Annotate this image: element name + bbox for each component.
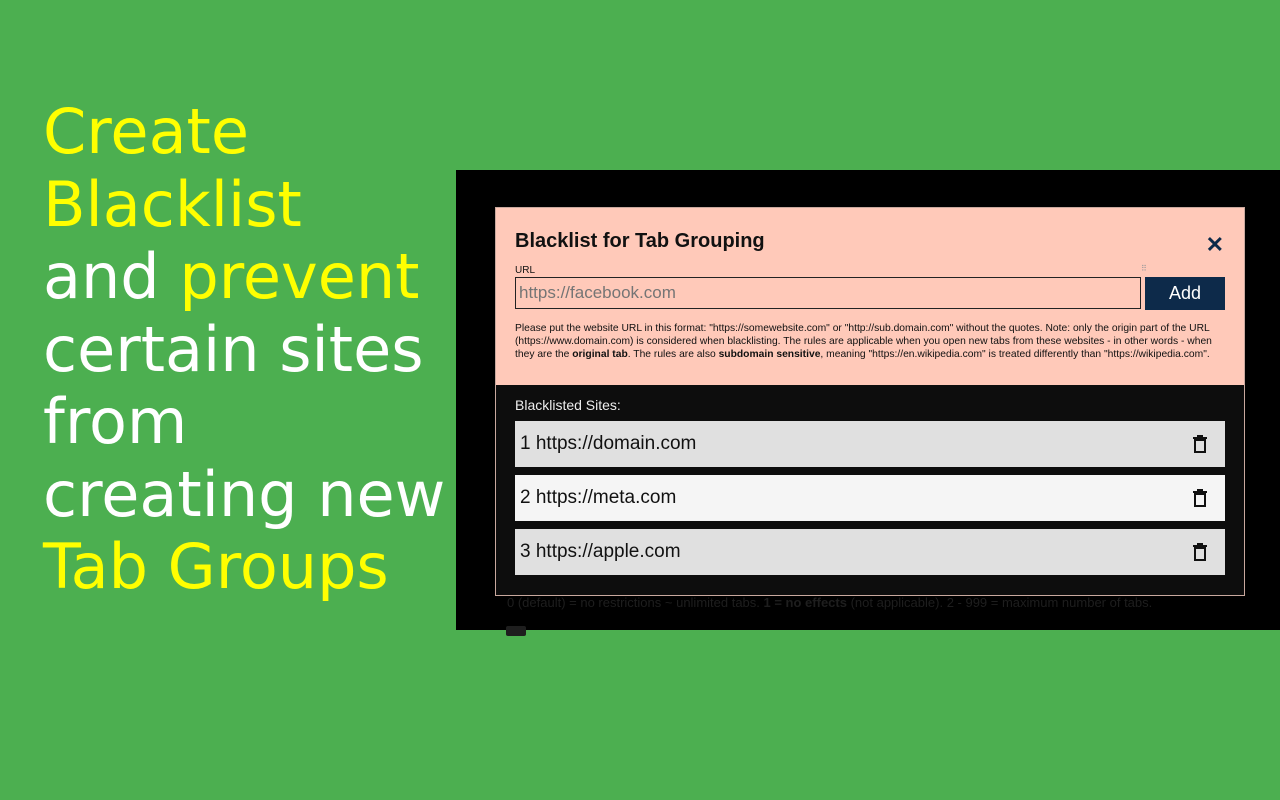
trash-icon[interactable] — [1193, 543, 1207, 561]
trash-icon[interactable] — [1193, 489, 1207, 507]
background-checkbox — [506, 626, 526, 636]
headline-tab-groups: Tab Groups — [43, 530, 389, 603]
headline-blacklist: Blacklist — [43, 167, 302, 241]
modal-header: Blacklist for Tab Grouping ✕ URL ⠿ Add P… — [496, 208, 1244, 385]
help-text: Please put the website URL in this forma… — [515, 323, 1212, 361]
url-label: URL — [515, 265, 536, 276]
list-item: 2 https://meta.com — [515, 475, 1225, 521]
app-screenshot: 0 (default) = no restrictions ~ unlimite… — [456, 170, 1280, 636]
background-hint: 0 (default) = no restrictions ~ unlimite… — [507, 595, 1153, 610]
site-label: 2 https://meta.com — [520, 487, 677, 508]
list-label: Blacklisted Sites: — [515, 397, 621, 413]
list-item: 3 https://apple.com — [515, 529, 1225, 575]
headline-prevent: prevent — [179, 240, 420, 313]
site-label: 3 https://apple.com — [520, 541, 681, 562]
trash-icon[interactable] — [1193, 435, 1207, 453]
close-icon[interactable]: ✕ — [1206, 232, 1224, 258]
add-button[interactable]: Add — [1145, 277, 1225, 310]
headline-body: certain sites from creating new — [43, 312, 446, 531]
blacklist-modal: Blacklist for Tab Grouping ✕ URL ⠿ Add P… — [495, 207, 1245, 596]
headline: Create Blacklist and prevent certain sites … — [43, 95, 453, 604]
headline-create: Create — [43, 95, 250, 168]
site-label: 1 https://domain.com — [520, 433, 697, 454]
headline-and: and — [43, 240, 160, 313]
url-input[interactable] — [515, 277, 1141, 309]
modal-title: Blacklist for Tab Grouping — [515, 230, 765, 252]
list-item: 1 https://domain.com — [515, 421, 1225, 467]
resize-grip-icon: ⠿ — [1141, 264, 1147, 273]
